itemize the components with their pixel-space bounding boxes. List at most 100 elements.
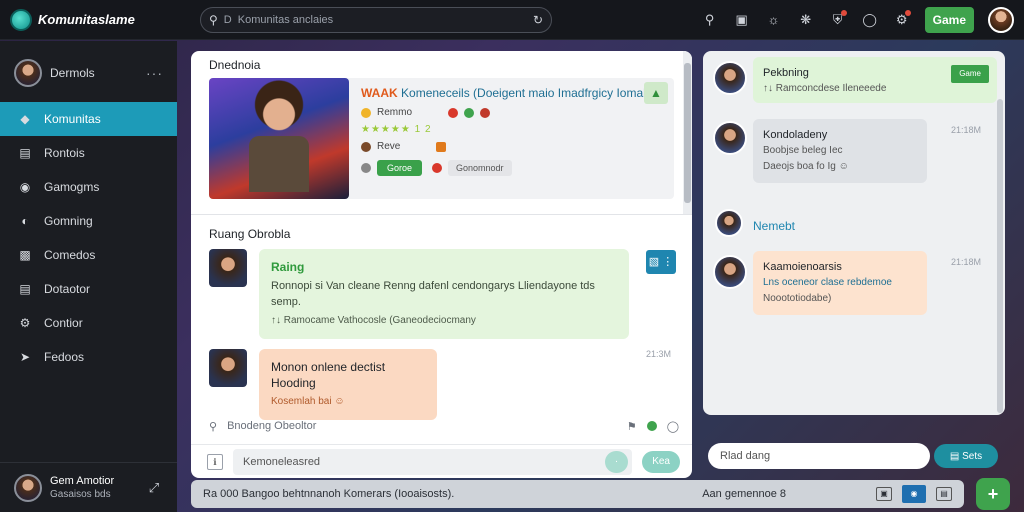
feature-card[interactable]: WAAK Komeneceils (Doeigent maio Imadfrgi…: [209, 78, 674, 199]
sidebar-footer[interactable]: Gem Amotior Gasaisos bds ⤢: [0, 462, 177, 512]
message-author: Raing: [271, 260, 305, 274]
controller-icon: ◐: [21, 214, 29, 228]
chat-icon: ◉: [19, 180, 31, 194]
app-logo[interactable]: Komunitaslame: [10, 8, 190, 31]
sidebar-item-comedos[interactable]: ▩ Comedos: [0, 238, 177, 272]
status-icon[interactable]: [646, 421, 657, 431]
message-input[interactable]: Kemoneleasred ·: [233, 448, 633, 475]
chat-message: Monon onlene dectist Hooding Kosemlah ba…: [209, 349, 437, 420]
chat-search-placeholder: Bnodeng Obeoltor: [227, 420, 317, 432]
gamepad-icon[interactable]: ☼: [765, 12, 783, 27]
game-button[interactable]: Game: [924, 6, 974, 33]
sidebar-item-gomning[interactable]: ◐ Gomning: [0, 204, 177, 238]
add-button[interactable]: +: [976, 478, 1010, 510]
avatar: [14, 59, 42, 87]
game-badge: Game: [951, 65, 989, 83]
scrollbar-thumb[interactable]: [684, 63, 691, 203]
message-bubble[interactable]: Monon onlene dectist Hooding Kosemlah ba…: [259, 349, 437, 420]
logo-icon: [10, 8, 32, 31]
expand-button[interactable]: ▲: [644, 82, 668, 104]
divider: [191, 214, 692, 215]
message-bubble[interactable]: Raing Ronnopi si Van cleane Renng dafenl…: [259, 249, 629, 339]
tag-label[interactable]: Gonomnodr: [448, 160, 512, 176]
sidebar-item-rontois[interactable]: ▤ Rontois: [0, 136, 177, 170]
avatar[interactable]: [713, 255, 747, 289]
message-time: 21:18M: [951, 257, 982, 267]
more-icon[interactable]: ···: [146, 65, 163, 81]
image-icon[interactable]: ▤: [936, 487, 952, 501]
sidebar-item-label: Contior: [44, 316, 83, 330]
sidebar-item-komunitas[interactable]: ◆ Komunitas: [0, 102, 177, 136]
avatar[interactable]: [713, 121, 747, 155]
chat-search[interactable]: ⚲ Bnodeng Obeoltor ⚑ ◯: [209, 417, 679, 435]
sidebar-item-label: Komunitas: [44, 112, 101, 126]
message-time: 21:3M: [646, 349, 672, 359]
sidebar-item-label: Gamogms: [44, 180, 100, 194]
badge-icon: [361, 141, 371, 152]
avatar[interactable]: [988, 6, 1014, 33]
sidebar-item-label: Comedos: [44, 248, 96, 262]
card-icon[interactable]: ▣: [876, 487, 892, 501]
footer-user-meta: Gem Amotior Gasaisos bds: [50, 474, 137, 502]
person-icon: [480, 107, 491, 118]
heart-icon: [448, 107, 459, 118]
top-bar: Komunitaslame ⚲ D Komunitas anclaies ↻ ⚲…: [0, 0, 1024, 40]
feature-title: WAAK Komeneceils (Doeigent maio Imadfrgi…: [361, 86, 674, 101]
coin-icon: [361, 107, 371, 118]
sidebar-item-contior[interactable]: ⚙ Contior: [0, 306, 177, 340]
message-bubble[interactable]: Kaamoienoarsis Lns oceneor clase rebdemo…: [753, 251, 927, 315]
refresh-icon[interactable]: ↻: [533, 13, 543, 27]
avatar[interactable]: [209, 249, 247, 287]
feature-tags: Goroe Gonomnodr: [361, 160, 674, 176]
attach-icon[interactable]: ℹ: [207, 453, 223, 470]
flag-icon[interactable]: ⚑: [627, 420, 637, 433]
message-text: Ronnopi si Van cleane Renng dafenl cendo…: [271, 280, 595, 308]
message-meta: Daeojs boa fo Ig ☺: [763, 161, 849, 172]
pin-icon: ➤: [19, 350, 31, 364]
scrollbar[interactable]: [997, 99, 1003, 413]
book-icon: ▤: [19, 146, 31, 160]
sidebar-item-label: Rontois: [44, 146, 85, 160]
search-icon[interactable]: ⚲: [701, 12, 719, 28]
message-bubble[interactable]: Kondoladeny Boobjse beleg Iec Daeojs boa…: [753, 119, 927, 183]
sidebar-item-dotaotor[interactable]: ▤ Dotaotor: [0, 272, 177, 306]
gear-icon[interactable]: ⚙: [893, 9, 911, 28]
status-right-text: Aan gemennoe 8: [702, 488, 786, 500]
search-input[interactable]: ⚲ D Komunitas anclaies ↻: [200, 6, 552, 33]
sidebar-item-label: Dotaotor: [44, 282, 91, 296]
help-icon[interactable]: ◯: [861, 12, 879, 28]
grid-icon: ▩: [19, 248, 31, 262]
settings-icon[interactable]: ◯: [667, 420, 679, 433]
feature-title-rest: Komeneceils (Doeigent maio Imadfrgicy Io…: [401, 86, 669, 100]
message-bubble[interactable]: Pekbning ↑↓ Ramconcdese Ileneeede Game: [753, 57, 997, 103]
sidebar-user[interactable]: Dermols ···: [0, 41, 177, 101]
expand-icon[interactable]: ⤢: [145, 480, 163, 496]
record-icon[interactable]: ◉: [902, 485, 926, 503]
send-button[interactable]: Kea: [642, 450, 680, 473]
hero-image: [209, 78, 349, 199]
right-message-input[interactable]: Rlad dang: [708, 443, 930, 469]
emoji-button[interactable]: ·: [604, 450, 629, 473]
tag-button[interactable]: Goroe: [377, 160, 423, 176]
message-author: Kondoladeny: [763, 129, 828, 141]
chat-section-title: Ruang Obrobla: [209, 227, 291, 241]
feature-title-highlight: WAAK: [361, 86, 398, 100]
avatar[interactable]: [209, 349, 247, 387]
list-icon: ▤: [19, 282, 31, 296]
feature-line: ★★★★★ 1 2: [361, 124, 674, 135]
sidebar-item-fedoos[interactable]: ➤ Fedoos: [0, 340, 177, 374]
avatar[interactable]: [713, 61, 747, 95]
composer: ℹ Kemoneleasred · Kea: [191, 444, 692, 478]
right-send-button[interactable]: ▤ Sets: [934, 444, 998, 468]
gallery-button[interactable]: ▧ ⋮: [646, 250, 676, 274]
settings-icon[interactable]: ❋: [797, 12, 815, 28]
leaf-icon: [464, 107, 475, 118]
shield-notification-icon[interactable]: ⛨: [829, 9, 847, 28]
image-icon[interactable]: ▣: [733, 12, 751, 28]
sidebar-item-gamogms[interactable]: ◉ Gamogms: [0, 170, 177, 204]
avatar[interactable]: [715, 209, 743, 237]
status-bar: Ra 000 Bangoo behtnnanoh Komerars (Iooai…: [191, 480, 964, 508]
tag-icon: [361, 163, 371, 173]
scrollbar[interactable]: [683, 51, 692, 214]
main-panel: Dnednoia WAAK Komeneceils (Doeigent maio…: [191, 51, 692, 478]
